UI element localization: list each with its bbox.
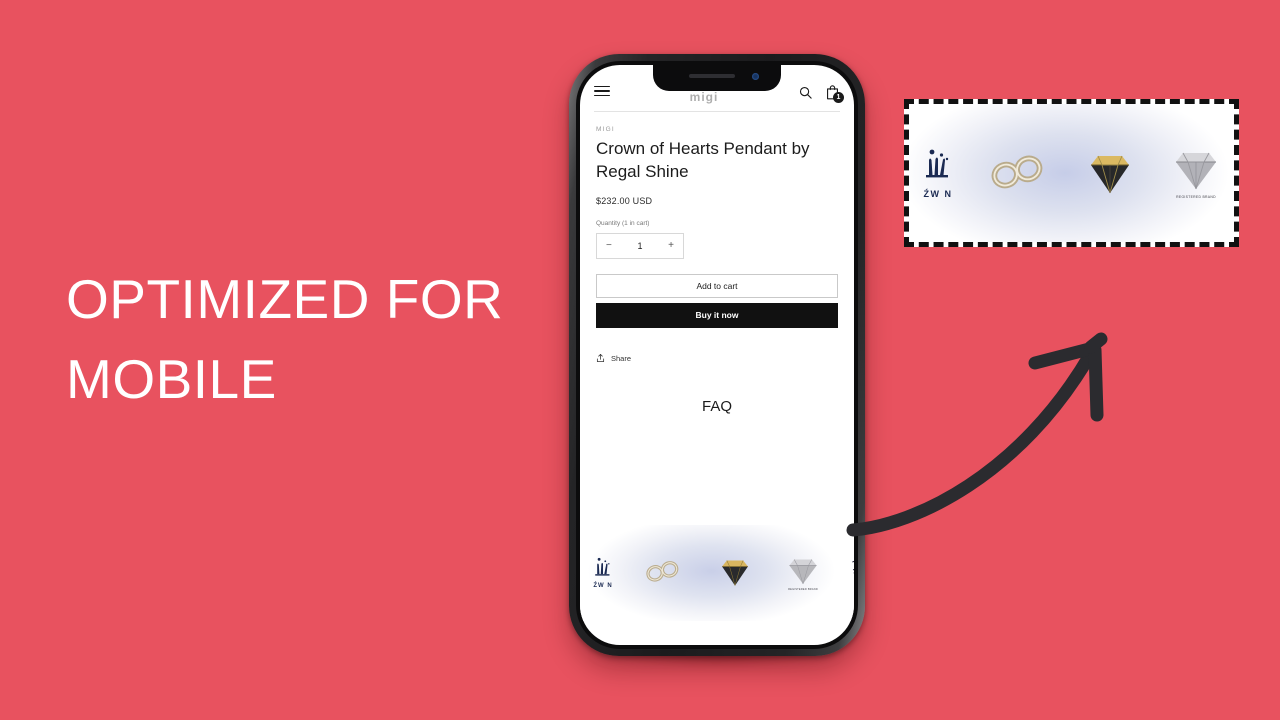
headline-line-1: OPTIMIZED FOR [66, 268, 504, 330]
callout-badge-crown-sub: ŹW N [923, 188, 953, 199]
badge-infinity-ring [642, 558, 684, 588]
buy-it-now-button[interactable]: Buy it now [596, 302, 838, 328]
notch-camera-icon [752, 73, 759, 80]
header-icon-group: 1 [798, 84, 844, 103]
callout-badge-silver-diamond-caption: REGISTERED BRAND [1176, 194, 1216, 199]
badge-silver-diamond: REGISTERED BRAND [786, 556, 820, 591]
phone-notch [653, 65, 781, 91]
badge-gold-diamond [718, 556, 752, 590]
callout-badge-gold-diamond [1085, 150, 1135, 196]
trust-badge-strip: ŹW N REGISTERED BRAND [580, 525, 854, 621]
product-section: MIGI Crown of Hearts Pendant by Regal Sh… [580, 112, 854, 415]
quantity-label: Quantity (1 in cart) [596, 219, 650, 227]
page-headline: OPTIMIZED FOR MOBILE [66, 260, 586, 420]
callout-badge-silver-diamond: REGISTERED BRAND [1171, 148, 1221, 199]
phone-bezel: migi 1 MIGI Crown of Hearts Pendant by R… [576, 61, 858, 649]
quantity-decrement-button[interactable]: − [606, 240, 612, 251]
phone-mockup: migi 1 MIGI Crown of Hearts Pendant by R… [563, 50, 868, 668]
notch-speaker [689, 74, 735, 78]
phone-screen: migi 1 MIGI Crown of Hearts Pendant by R… [580, 65, 854, 645]
store-logo[interactable]: migi [610, 90, 798, 104]
hamburger-icon[interactable] [594, 85, 610, 97]
badge-crown-sub: ŹW N [593, 582, 613, 589]
badge-crown-logo: ŹW N [592, 556, 614, 591]
product-title: Crown of Hearts Pendant by Regal Shine [596, 139, 810, 181]
callout-badge-infinity-ring [985, 151, 1051, 195]
cart-count-badge: 1 [833, 92, 844, 103]
quantity-increment-button[interactable]: + [668, 240, 674, 251]
share-button[interactable]: Share [596, 350, 838, 368]
curved-arrow-icon [846, 332, 1108, 537]
search-icon[interactable] [798, 85, 813, 100]
callout-badge-strip: ŹW N REGISTERED BRAND [909, 104, 1234, 242]
product-price: $232.00 USD [596, 195, 653, 206]
share-icon [596, 350, 605, 368]
product-vendor: MIGI [596, 126, 615, 133]
badge-silver-diamond-caption: REGISTERED BRAND [788, 587, 818, 591]
cart-button[interactable]: 1 [825, 84, 844, 103]
faq-heading: FAQ [701, 397, 732, 415]
headline-line-2: MOBILE [66, 347, 277, 410]
add-to-cart-button[interactable]: Add to cart [596, 273, 838, 298]
quantity-value: 1 [637, 240, 643, 251]
phone-frame: migi 1 MIGI Crown of Hearts Pendant by R… [569, 54, 865, 656]
magnifier-callout-box: ŹW N REGISTERED BRAND [904, 99, 1239, 247]
badge-partial-script-logo: Pa [850, 558, 854, 589]
quantity-stepper[interactable]: − 1 + [596, 232, 684, 259]
share-label: Share [611, 354, 632, 364]
callout-badge-crown-logo: ŹW N [921, 147, 955, 200]
